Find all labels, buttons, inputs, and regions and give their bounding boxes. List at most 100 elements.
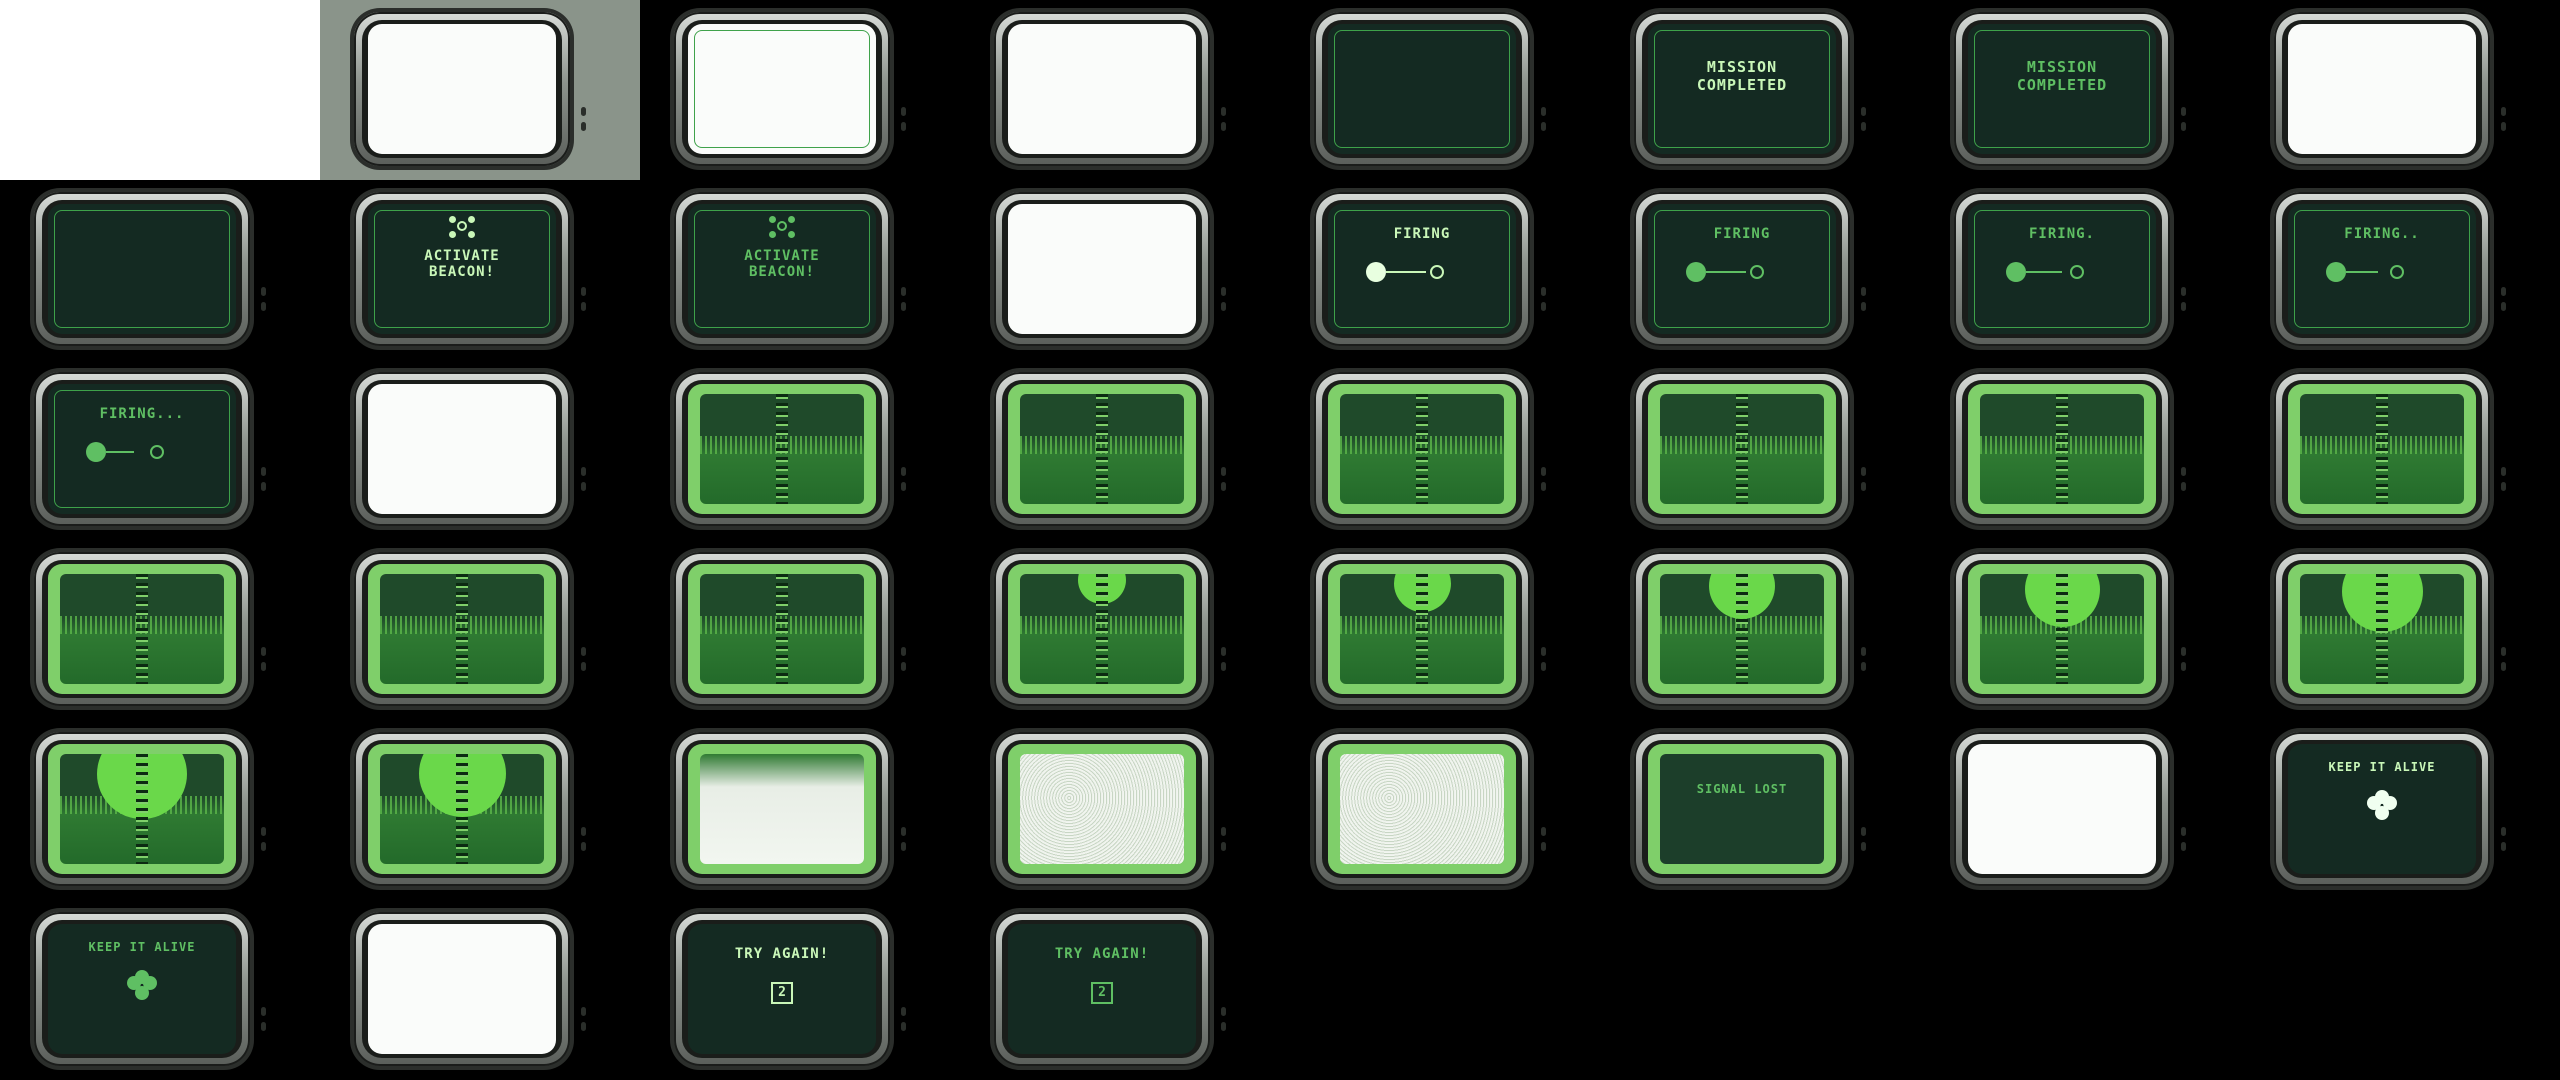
tv-screen: ACTIVATE BEACON! (368, 204, 556, 334)
tv-frame: ACTIVATE BEACON! (354, 192, 586, 346)
tv-frame (1954, 372, 2186, 526)
tv-screen (368, 924, 556, 1054)
frame-21 (1600, 360, 1920, 540)
firing-gauge (86, 442, 186, 464)
signal-rope (1416, 394, 1428, 504)
tv-knob (901, 467, 906, 476)
screen-text: ACTIVATE (424, 248, 500, 264)
firing-gauge (1686, 262, 1786, 284)
tv-frame (674, 732, 906, 886)
tv-screen: MISSION COMPLETED (1648, 24, 1836, 154)
static-noise (700, 754, 864, 864)
frame-37: SIGNAL LOST (1600, 720, 1920, 900)
screen-text: TRY AGAIN! (1054, 946, 1150, 962)
tv-knob (2501, 647, 2506, 656)
tv-screen: TRY AGAIN! 2 (688, 924, 876, 1054)
charge-line (2346, 271, 2378, 273)
grass-field (1660, 394, 1824, 504)
signal-rope (1736, 394, 1748, 504)
tv-knob (1221, 647, 1226, 656)
tv-knob (901, 1007, 906, 1016)
screen-text: FIRING (1393, 226, 1451, 242)
tv-knob (2181, 107, 2186, 116)
frame-3 (960, 0, 1280, 180)
tv-knob (261, 1007, 266, 1016)
static-noise (1340, 754, 1504, 864)
tv-knob (2181, 842, 2186, 851)
frame-1 (320, 0, 640, 180)
charge-ball (1366, 262, 1386, 282)
frame-14: FIRING. (1920, 180, 2240, 360)
tv-screen: FIRING. (1968, 204, 2156, 334)
tv-frame: MISSION COMPLETED (1954, 12, 2186, 166)
frame-12: FIRING (1280, 180, 1600, 360)
tv-frame (1314, 552, 1546, 706)
tv-knob (1221, 662, 1226, 671)
tv-screen (688, 24, 876, 154)
tv-screen: SIGNAL LOST (1648, 744, 1836, 874)
tv-frame (354, 372, 586, 526)
tv-knob (2501, 842, 2506, 851)
signal-rope (2376, 574, 2388, 684)
tv-screen (1008, 744, 1196, 874)
signal-rope (1736, 574, 1748, 684)
tv-screen (1008, 564, 1196, 694)
tv-frame (2274, 372, 2506, 526)
firing-gauge (1366, 262, 1466, 284)
frame-26 (640, 540, 960, 720)
screen-text: FIRING... (99, 406, 185, 422)
frame-30 (1920, 540, 2240, 720)
tv-knob (1221, 1022, 1226, 1031)
tv-frame (994, 372, 1226, 526)
tv-screen (688, 564, 876, 694)
tv-knob (901, 842, 906, 851)
grass-field (2300, 394, 2464, 504)
tv-frame (1954, 732, 2186, 886)
tv-knob (1541, 662, 1546, 671)
tv-frame (34, 192, 266, 346)
tv-knob (1861, 647, 1866, 656)
signal-rope (1096, 574, 1108, 684)
firing-gauge (2326, 262, 2426, 284)
charge-ball (1686, 262, 1706, 282)
beacon-icon (449, 216, 475, 238)
tv-frame (1314, 732, 1546, 886)
tv-knob (1541, 122, 1546, 131)
screen-text: KEEP IT ALIVE (88, 940, 196, 954)
tv-knob (2181, 302, 2186, 311)
beacon-icon (769, 216, 795, 238)
tv-frame (354, 552, 586, 706)
retry-count-badge: 2 (771, 982, 793, 1004)
tv-frame: FIRING (1634, 192, 1866, 346)
frame-11 (960, 180, 1280, 360)
tv-frame (2274, 552, 2506, 706)
frame-34 (640, 720, 960, 900)
tv-screen: FIRING (1328, 204, 1516, 334)
screen-text: MISSION (1706, 58, 1778, 76)
screen-text: BEACON! (428, 264, 495, 280)
tv-screen (2288, 564, 2476, 694)
signal-rope (776, 394, 788, 504)
tv-frame: KEEP IT ALIVE (2274, 732, 2506, 886)
frame-19 (960, 360, 1280, 540)
tv-frame (994, 732, 1226, 886)
tv-knob (1861, 842, 1866, 851)
tv-knob (1541, 482, 1546, 491)
tv-knob (261, 827, 266, 836)
tv-frame (34, 552, 266, 706)
frame-2 (640, 0, 960, 180)
frame-15: FIRING.. (2240, 180, 2560, 360)
tv-frame (2274, 12, 2506, 166)
tv-knob (1861, 467, 1866, 476)
screen-text: FIRING.. (2344, 226, 2420, 242)
tv-knob (1861, 122, 1866, 131)
grass-field (1340, 394, 1504, 504)
tv-frame (994, 552, 1226, 706)
tv-knob (1221, 482, 1226, 491)
frame-33 (320, 720, 640, 900)
retry-count-badge: 2 (1091, 982, 1113, 1004)
tv-screen: KEEP IT ALIVE (2288, 744, 2476, 874)
tv-frame: FIRING... (34, 372, 266, 526)
grass-field (700, 574, 864, 684)
tv-knob (1541, 302, 1546, 311)
